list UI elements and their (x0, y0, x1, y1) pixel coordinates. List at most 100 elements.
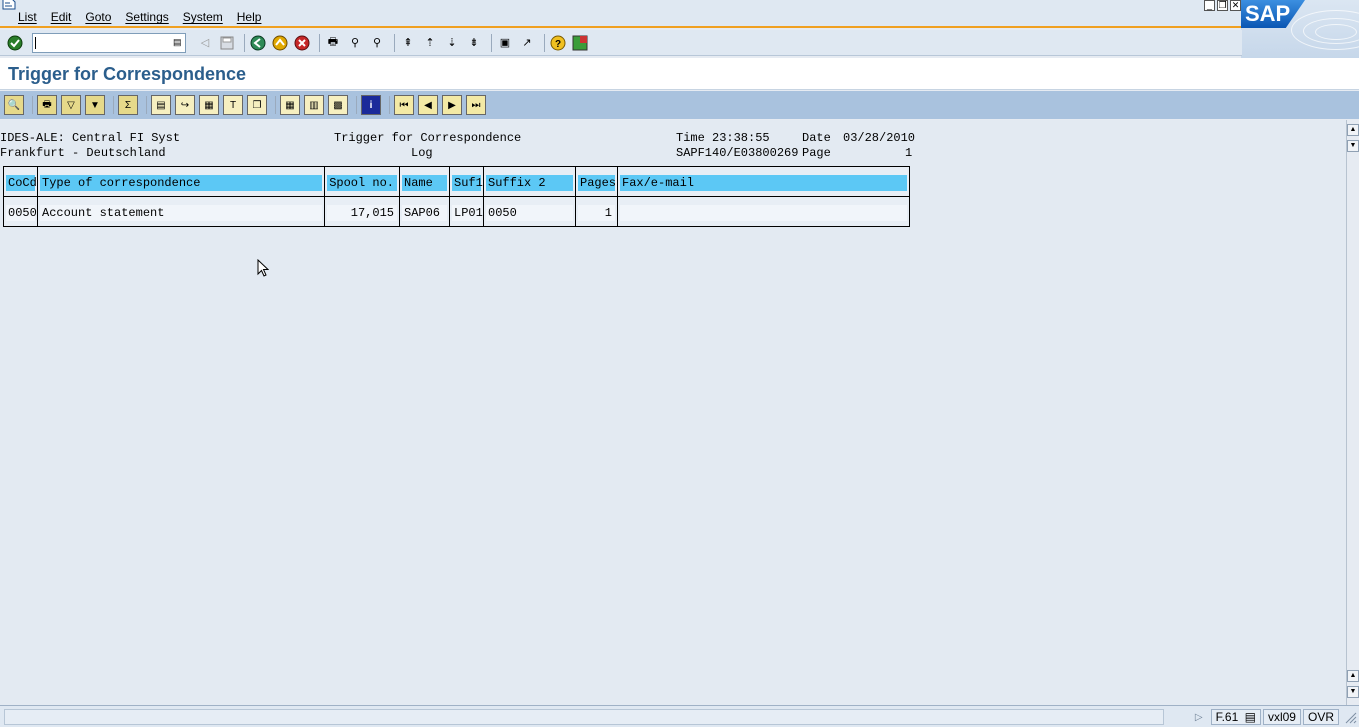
status-message-area (4, 709, 1164, 725)
program-id: SAPF140/E03800269 (676, 146, 799, 160)
print-icon[interactable]: 🖶 (324, 34, 342, 52)
sum-icon[interactable]: Σ (118, 95, 138, 115)
mouse-cursor-icon (257, 259, 269, 277)
vertical-scrollbar[interactable]: ▲ ▼ ▲ ▼ (1346, 120, 1359, 705)
header-suf1[interactable]: Suf1 (450, 167, 484, 197)
menu-edit[interactable]: Edit (51, 10, 72, 24)
svg-text:?: ? (555, 39, 561, 50)
menu-goto[interactable]: Goto (85, 10, 111, 24)
restore-icon[interactable]: ❐ (1217, 0, 1228, 11)
header-spool[interactable]: Spool no. (325, 167, 400, 197)
enter-icon[interactable] (6, 34, 24, 52)
spreadsheet-icon[interactable]: ▦ (199, 95, 219, 115)
header-suffix2[interactable]: Suffix 2 (484, 167, 576, 197)
scroll-page-down-icon[interactable]: ▲ (1347, 670, 1359, 682)
scroll-up-icon[interactable]: ▲ (1347, 124, 1359, 136)
save-icon[interactable] (218, 34, 236, 52)
report-subtitle: Log (411, 146, 433, 160)
cell-type[interactable]: Account statement (38, 197, 325, 227)
save-layout-icon[interactable]: ▩ (328, 95, 348, 115)
menu-list[interactable]: List (18, 10, 37, 24)
menu-settings[interactable]: Settings (125, 10, 168, 24)
window-controls: _ ❐ ✕ (1204, 0, 1241, 11)
header-type[interactable]: Type of correspondence (38, 167, 325, 197)
resize-grip-icon[interactable] (1343, 710, 1357, 724)
page-title: Trigger for Correspondence (8, 64, 247, 84)
standard-toolbar: ▤ ◁ 🖶 ⚲ ⚲ ⇞ ⇡ ⇣ ⇟ ▣ ↗ ? (0, 30, 1242, 56)
filter-icon[interactable]: ▽ (61, 95, 81, 115)
minimize-icon[interactable]: _ (1204, 0, 1215, 11)
last-row-icon[interactable]: ⏭ (466, 95, 486, 115)
back-icon[interactable] (249, 34, 267, 52)
app-window-icon[interactable] (2, 0, 16, 10)
date-value: 03/28/2010 (843, 131, 916, 145)
report-title: Trigger for Correspondence (334, 131, 522, 145)
word-processing-icon[interactable]: T (223, 95, 243, 115)
menu-bar: List Edit Goto Settings System Help _ ❐ … (0, 0, 1359, 28)
scroll-down-icon[interactable]: ▼ (1347, 686, 1359, 698)
header-fax[interactable]: Fax/e-mail (618, 167, 909, 197)
cell-spool[interactable]: 17,015 (325, 197, 400, 227)
close-window-icon[interactable]: ✕ (1230, 0, 1241, 11)
command-history-icon[interactable]: ▤ (173, 37, 183, 49)
menu-system[interactable]: System (183, 10, 223, 24)
table-header-row: CoCd Type of correspondence Spool no. Na… (4, 167, 909, 197)
find-next-icon[interactable]: ⚲ (368, 34, 386, 52)
last-page-icon[interactable]: ⇟ (465, 34, 483, 52)
cell-name[interactable]: SAP06 (400, 197, 450, 227)
first-page-icon[interactable]: ⇞ (399, 34, 417, 52)
correspondence-table: CoCd Type of correspondence Spool no. Na… (3, 166, 910, 227)
next-row-icon[interactable]: ▶ (442, 95, 462, 115)
help-icon[interactable]: ? (549, 34, 567, 52)
status-transaction: F.61 ▤ (1210, 709, 1261, 725)
next-page-icon[interactable]: ⇣ (443, 34, 461, 52)
cell-suffix2[interactable]: 0050 (484, 197, 576, 227)
menu-help[interactable]: Help (237, 10, 262, 24)
create-shortcut-icon[interactable]: ↗ (518, 34, 536, 52)
create-session-icon[interactable]: ▣ (496, 34, 514, 52)
export-icon[interactable]: ↪ (175, 95, 195, 115)
status-expand-icon[interactable]: ▷ (1195, 712, 1203, 723)
set-filter-icon[interactable]: ▼ (85, 95, 105, 115)
header-cocd[interactable]: CoCd (4, 167, 38, 197)
sap-logo: SAP (1241, 0, 1359, 58)
report-content: IDES-ALE: Central FI Syst Trigger for Co… (0, 120, 1346, 705)
first-row-icon[interactable]: ⏮ (394, 95, 414, 115)
change-layout-icon[interactable]: ▥ (304, 95, 324, 115)
status-fields: ▷ F.61 ▤ vxl09 OVR (1195, 709, 1339, 725)
status-mode[interactable]: OVR (1302, 709, 1339, 725)
exit-icon[interactable] (271, 34, 289, 52)
header-name[interactable]: Name (400, 167, 450, 197)
previous-page-icon[interactable]: ⇡ (421, 34, 439, 52)
status-server: vxl09 (1262, 709, 1301, 725)
time-label: Time (676, 131, 705, 145)
table-row[interactable]: 0050 Account statement 17,015 SAP06 LP01… (4, 197, 909, 227)
cell-suf1[interactable]: LP01 (450, 197, 484, 227)
date-label: Date (802, 131, 831, 145)
application-toolbar: 🔍 🖶 ▽ ▼ Σ ▤ ↪ ▦ T ❐ ▦ ▥ ▩ i ⏮ ◀ ▶ ⏭ (0, 91, 1359, 119)
page-number: 1 (905, 146, 913, 160)
choose-layout-icon[interactable]: ▦ (280, 95, 300, 115)
information-icon[interactable]: i (361, 95, 381, 115)
time-value: 23:38:55 (712, 131, 770, 145)
scroll-page-up-icon[interactable]: ▼ (1347, 140, 1359, 152)
command-field[interactable]: ▤ (32, 32, 186, 53)
company-location: Frankfurt - Deutschland (0, 146, 166, 160)
local-file-icon[interactable]: ❐ (247, 95, 267, 115)
cell-cocd[interactable]: 0050 (4, 197, 38, 227)
print-preview-icon[interactable]: ▤ (151, 95, 171, 115)
back-disabled-icon: ◁ (200, 37, 210, 49)
cell-fax[interactable] (618, 197, 909, 227)
title-bar: Trigger for Correspondence (0, 58, 1359, 90)
find-icon[interactable]: ⚲ (346, 34, 364, 52)
cell-pages[interactable]: 1 (576, 197, 618, 227)
system-name: IDES-ALE: Central FI Syst (0, 131, 181, 145)
header-pages[interactable]: Pages (576, 167, 618, 197)
cancel-icon[interactable] (293, 34, 311, 52)
customize-layout-icon[interactable] (571, 34, 589, 52)
print-list-icon[interactable]: 🖶 (37, 95, 57, 115)
status-bar: ▷ F.61 ▤ vxl09 OVR (0, 705, 1359, 727)
details-icon[interactable]: 🔍 (4, 95, 24, 115)
previous-row-icon[interactable]: ◀ (418, 95, 438, 115)
system-info-icon[interactable]: ▤ (1245, 710, 1256, 724)
